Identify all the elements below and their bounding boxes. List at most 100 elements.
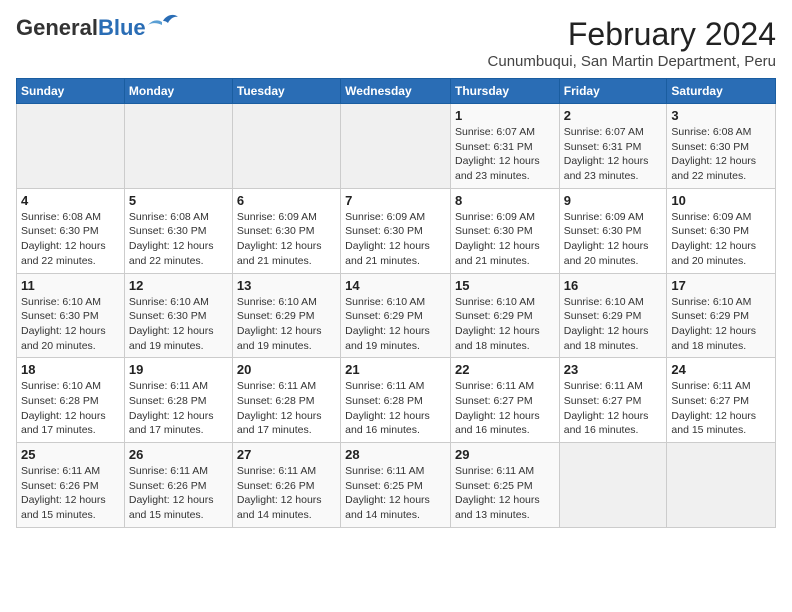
calendar-cell: 3 Sunrise: 6:08 AM Sunset: 6:30 PM Daylig… xyxy=(667,104,776,189)
calendar-cell: 17 Sunrise: 6:10 AM Sunset: 6:29 PM Dayli… xyxy=(667,273,776,358)
calendar-cell: 24Sunrise: 6:11 AM Sunset: 6:27 PM Dayli… xyxy=(667,358,776,443)
page-subtitle: Cunumbuqui, San Martin Department, Peru xyxy=(488,53,776,70)
day-number: 10 xyxy=(671,193,771,208)
calendar-cell: 7 Sunrise: 6:09 AM Sunset: 6:30 PM Daylig… xyxy=(341,188,451,273)
calendar-cell: 12 Sunrise: 6:10 AM Sunset: 6:30 PM Dayli… xyxy=(124,273,232,358)
day-info: Sunrise: 6:08 AM Sunset: 6:30 PM Dayligh… xyxy=(129,210,228,269)
day-info: Sunrise: 6:11 AM Sunset: 6:25 PM Dayligh… xyxy=(345,464,446,523)
calendar-cell: 13Sunrise: 6:10 AM Sunset: 6:29 PM Dayli… xyxy=(232,273,340,358)
calendar-week-row: 25 Sunrise: 6:11 AM Sunset: 6:26 PM Dayli… xyxy=(17,443,776,528)
day-number: 9 xyxy=(564,193,663,208)
calendar-week-row: 11 Sunrise: 6:10 AM Sunset: 6:30 PM Dayli… xyxy=(17,273,776,358)
day-info: Sunrise: 6:10 AM Sunset: 6:28 PM Dayligh… xyxy=(21,379,120,438)
day-header-friday: Friday xyxy=(559,79,667,104)
page-header: GeneralBlue February 2024 Cunumbuqui, Sa… xyxy=(16,16,776,70)
day-info: Sunrise: 6:08 AM Sunset: 6:30 PM Dayligh… xyxy=(671,125,771,184)
day-info: Sunrise: 6:11 AM Sunset: 6:25 PM Dayligh… xyxy=(455,464,555,523)
day-header-thursday: Thursday xyxy=(450,79,559,104)
day-number: 11 xyxy=(21,278,120,293)
calendar-cell xyxy=(232,104,340,189)
day-info: Sunrise: 6:10 AM Sunset: 6:29 PM Dayligh… xyxy=(671,295,771,354)
day-info: Sunrise: 6:09 AM Sunset: 6:30 PM Dayligh… xyxy=(455,210,555,269)
calendar-cell: 19 Sunrise: 6:11 AM Sunset: 6:28 PM Dayli… xyxy=(124,358,232,443)
calendar-cell: 27 Sunrise: 6:11 AM Sunset: 6:26 PM Dayli… xyxy=(232,443,340,528)
day-info: Sunrise: 6:11 AM Sunset: 6:28 PM Dayligh… xyxy=(345,379,446,438)
calendar-cell: 14 Sunrise: 6:10 AM Sunset: 6:29 PM Dayli… xyxy=(341,273,451,358)
day-number: 24 xyxy=(671,362,771,377)
day-number: 25 xyxy=(21,447,120,462)
page-title: February 2024 xyxy=(488,16,776,53)
calendar-cell: 11Sunrise: 6:10 AM Sunset: 6:30 PM Dayli… xyxy=(17,273,125,358)
day-number: 3 xyxy=(671,108,771,123)
day-info: Sunrise: 6:11 AM Sunset: 6:28 PM Dayligh… xyxy=(129,379,228,438)
calendar-cell: 16 Sunrise: 6:10 AM Sunset: 6:29 PM Dayli… xyxy=(559,273,667,358)
calendar-cell: 1Sunrise: 6:07 AM Sunset: 6:31 PM Daylig… xyxy=(450,104,559,189)
day-info: Sunrise: 6:07 AM Sunset: 6:31 PM Dayligh… xyxy=(564,125,663,184)
calendar-cell: 4 Sunrise: 6:08 AM Sunset: 6:30 PM Daylig… xyxy=(17,188,125,273)
day-number: 19 xyxy=(129,362,228,377)
day-number: 16 xyxy=(564,278,663,293)
calendar-cell: 25 Sunrise: 6:11 AM Sunset: 6:26 PM Dayli… xyxy=(17,443,125,528)
calendar-week-row: 18Sunrise: 6:10 AM Sunset: 6:28 PM Dayli… xyxy=(17,358,776,443)
day-info: Sunrise: 6:10 AM Sunset: 6:29 PM Dayligh… xyxy=(455,295,555,354)
calendar-cell: 26Sunrise: 6:11 AM Sunset: 6:26 PM Dayli… xyxy=(124,443,232,528)
calendar-cell: 15Sunrise: 6:10 AM Sunset: 6:29 PM Dayli… xyxy=(450,273,559,358)
day-info: Sunrise: 6:09 AM Sunset: 6:30 PM Dayligh… xyxy=(671,210,771,269)
day-number: 8 xyxy=(455,193,555,208)
day-number: 4 xyxy=(21,193,120,208)
day-number: 20 xyxy=(237,362,336,377)
day-number: 28 xyxy=(345,447,446,462)
title-block: February 2024 Cunumbuqui, San Martin Dep… xyxy=(488,16,776,70)
day-number: 1 xyxy=(455,108,555,123)
day-number: 7 xyxy=(345,193,446,208)
day-header-tuesday: Tuesday xyxy=(232,79,340,104)
day-info: Sunrise: 6:10 AM Sunset: 6:29 PM Dayligh… xyxy=(345,295,446,354)
logo: GeneralBlue xyxy=(16,16,178,40)
calendar-cell xyxy=(341,104,451,189)
calendar-cell: 23Sunrise: 6:11 AM Sunset: 6:27 PM Dayli… xyxy=(559,358,667,443)
calendar-cell: 29 Sunrise: 6:11 AM Sunset: 6:25 PM Dayli… xyxy=(450,443,559,528)
day-number: 21 xyxy=(345,362,446,377)
logo-blue: Blue xyxy=(98,15,146,40)
calendar-cell: 5 Sunrise: 6:08 AM Sunset: 6:30 PM Daylig… xyxy=(124,188,232,273)
day-info: Sunrise: 6:09 AM Sunset: 6:30 PM Dayligh… xyxy=(345,210,446,269)
calendar-cell: 2Sunrise: 6:07 AM Sunset: 6:31 PM Daylig… xyxy=(559,104,667,189)
day-info: Sunrise: 6:10 AM Sunset: 6:30 PM Dayligh… xyxy=(129,295,228,354)
logo-bird-icon xyxy=(148,13,178,35)
day-info: Sunrise: 6:11 AM Sunset: 6:28 PM Dayligh… xyxy=(237,379,336,438)
logo-general: General xyxy=(16,15,98,40)
calendar-cell: 8 Sunrise: 6:09 AM Sunset: 6:30 PM Daylig… xyxy=(450,188,559,273)
day-number: 12 xyxy=(129,278,228,293)
day-info: Sunrise: 6:11 AM Sunset: 6:27 PM Dayligh… xyxy=(564,379,663,438)
day-number: 27 xyxy=(237,447,336,462)
day-number: 5 xyxy=(129,193,228,208)
day-number: 29 xyxy=(455,447,555,462)
day-info: Sunrise: 6:11 AM Sunset: 6:27 PM Dayligh… xyxy=(455,379,555,438)
day-info: Sunrise: 6:08 AM Sunset: 6:30 PM Dayligh… xyxy=(21,210,120,269)
day-header-saturday: Saturday xyxy=(667,79,776,104)
calendar-cell: 20 Sunrise: 6:11 AM Sunset: 6:28 PM Dayli… xyxy=(232,358,340,443)
calendar-header-row: SundayMondayTuesdayWednesdayThursdayFrid… xyxy=(17,79,776,104)
day-info: Sunrise: 6:11 AM Sunset: 6:26 PM Dayligh… xyxy=(237,464,336,523)
day-number: 13 xyxy=(237,278,336,293)
day-header-monday: Monday xyxy=(124,79,232,104)
calendar-cell xyxy=(17,104,125,189)
calendar-week-row: 1 Sunrise: 6:07 AM Sunset: 6:31 PM Daylig… xyxy=(17,104,776,189)
calendar-cell: 28 Sunrise: 6:11 AM Sunset: 6:25 PM Dayli… xyxy=(341,443,451,528)
day-info: Sunrise: 6:11 AM Sunset: 6:26 PM Dayligh… xyxy=(21,464,120,523)
calendar-cell: 21 Sunrise: 6:11 AM Sunset: 6:28 PM Dayli… xyxy=(341,358,451,443)
day-header-wednesday: Wednesday xyxy=(341,79,451,104)
day-number: 26 xyxy=(129,447,228,462)
calendar-cell: 6Sunrise: 6:09 AM Sunset: 6:30 PM Daylig… xyxy=(232,188,340,273)
day-number: 22 xyxy=(455,362,555,377)
calendar-cell xyxy=(559,443,667,528)
calendar-table: SundayMondayTuesdayWednesdayThursdayFrid… xyxy=(16,78,776,528)
day-number: 6 xyxy=(237,193,336,208)
day-info: Sunrise: 6:10 AM Sunset: 6:29 PM Dayligh… xyxy=(564,295,663,354)
calendar-cell: 9 Sunrise: 6:09 AM Sunset: 6:30 PM Daylig… xyxy=(559,188,667,273)
calendar-week-row: 4 Sunrise: 6:08 AM Sunset: 6:30 PM Daylig… xyxy=(17,188,776,273)
day-number: 17 xyxy=(671,278,771,293)
calendar-cell: 18Sunrise: 6:10 AM Sunset: 6:28 PM Dayli… xyxy=(17,358,125,443)
day-info: Sunrise: 6:09 AM Sunset: 6:30 PM Dayligh… xyxy=(564,210,663,269)
day-number: 14 xyxy=(345,278,446,293)
